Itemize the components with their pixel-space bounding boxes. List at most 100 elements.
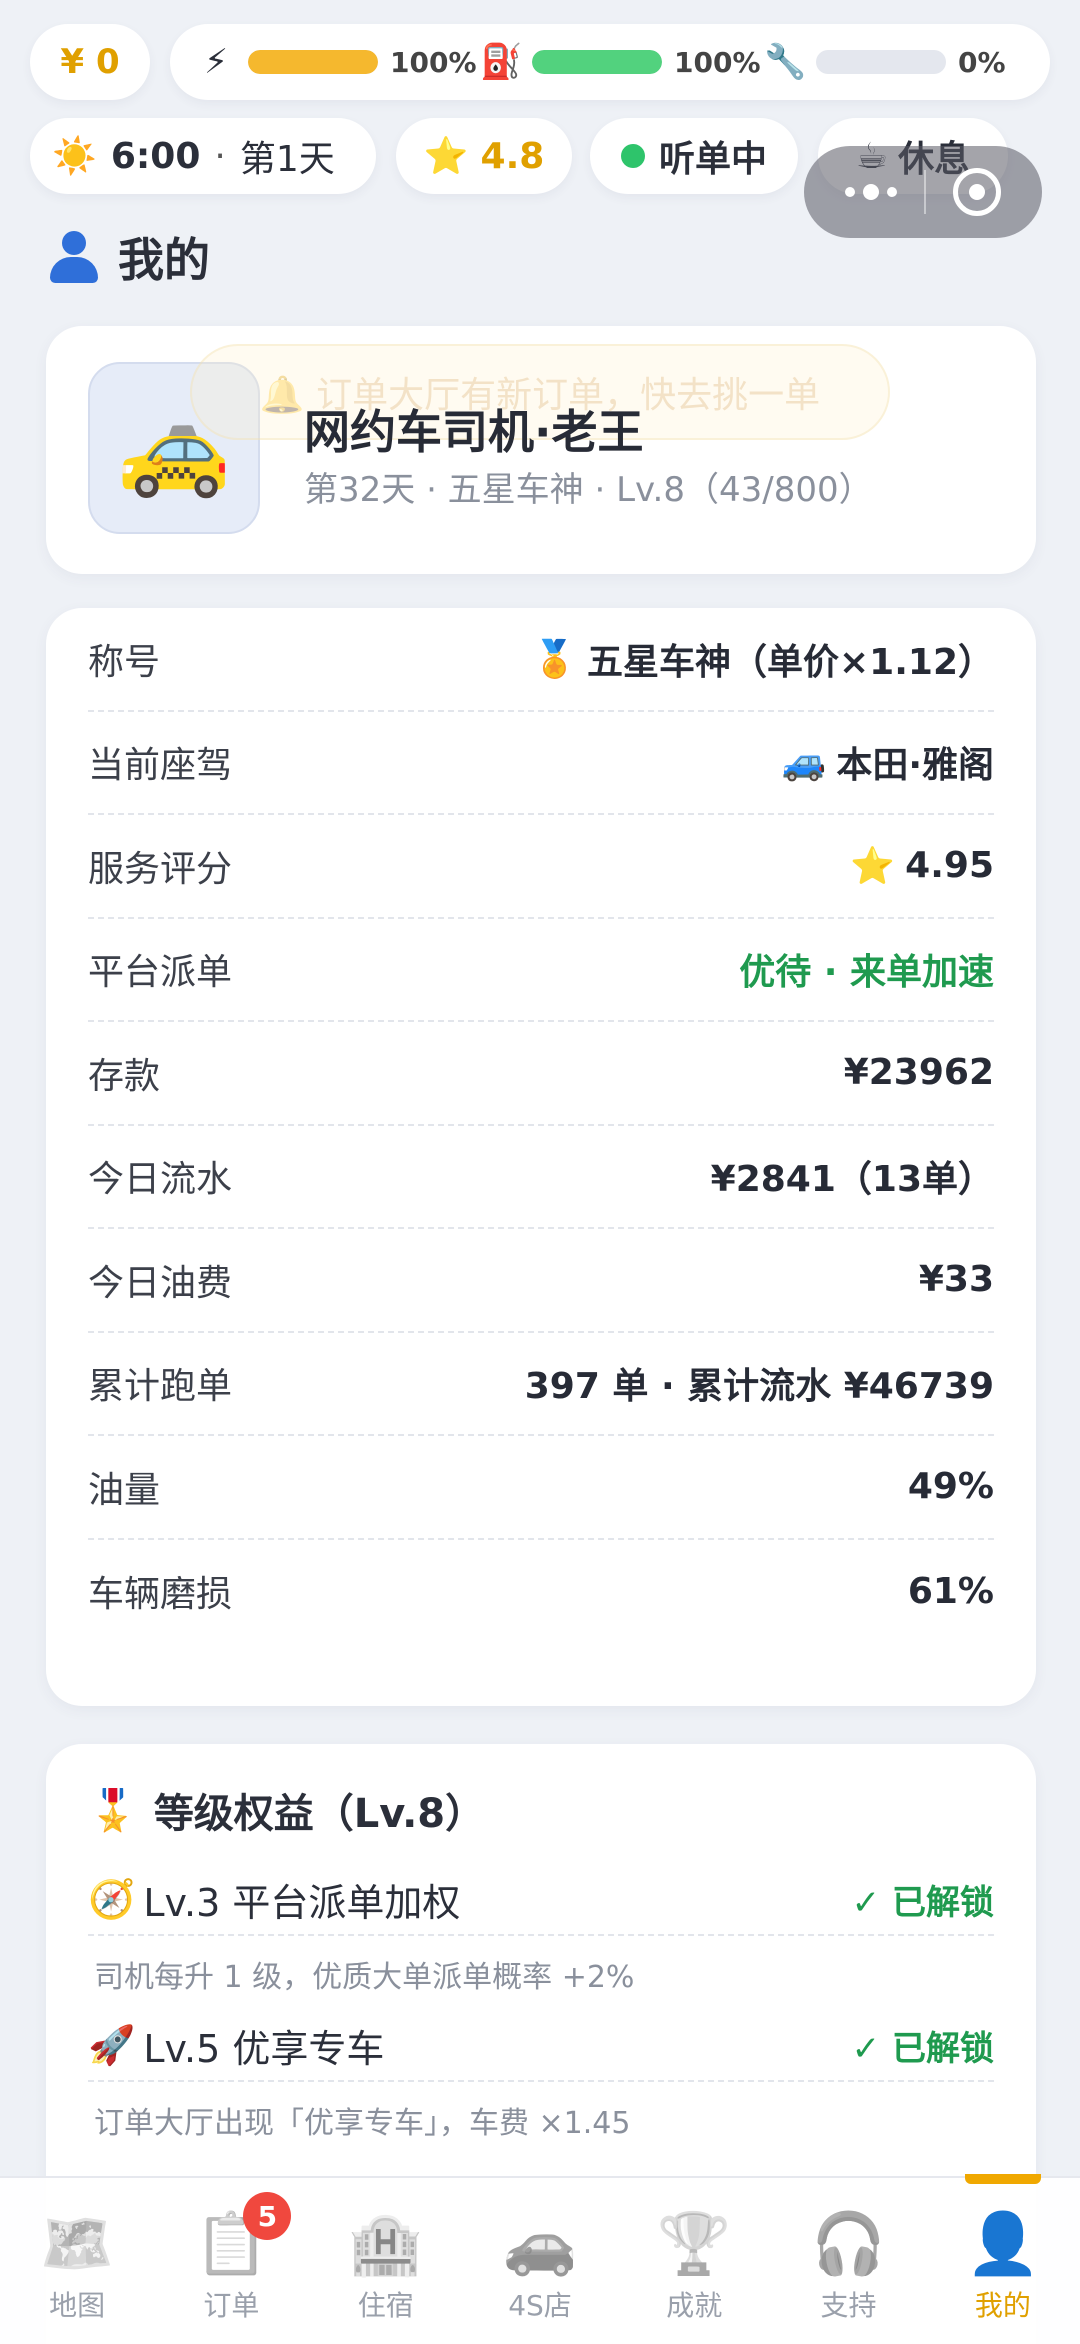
page-title-text: 我的	[118, 233, 210, 287]
perk-item: 🚀 Lv.5 优享专车 ✓ 已解锁订单大厅出现「优享专车」，车费 ×1.45	[88, 2010, 994, 2142]
stat-value-text: 397 单 · 累计流水 ¥46739	[524, 1366, 994, 1408]
stat-label: 存款	[88, 1055, 161, 1097]
stat-row: 累计跑单 397 单 · 累计流水 ¥46739	[88, 1333, 994, 1436]
stat-value: ⭐ 4.95	[850, 845, 994, 887]
tab-label: 地图	[49, 2289, 106, 2322]
medal-icon: 🎖️	[88, 1787, 138, 1834]
stat-value-text: 五星车神（单价×1.12）	[587, 641, 994, 683]
status-meter: 🔧 0%	[764, 42, 1038, 82]
separator-dot: ·	[214, 135, 226, 177]
bottom-tab-bar: 🗺️ 地图 📋 订单 5 🏨 住宿 🚗 4S店 🏆 成就 🎧 支持 👤 我的	[0, 2174, 1080, 2344]
fuel-icon: ⛽	[480, 42, 523, 82]
tab-label: 4S店	[508, 2289, 572, 2322]
me-icon: 👤	[965, 2209, 1041, 2279]
stat-value-text: 49%	[907, 1466, 994, 1508]
time-pill[interactable]: ☀️ 6:00 · 第1天	[30, 118, 376, 194]
perks-title: 🎖️ 等级权益（Lv.8）	[88, 1770, 994, 1850]
tab-label: 支持	[820, 2289, 877, 2322]
game-time: 6:00	[110, 135, 201, 177]
online-dot-icon	[620, 144, 645, 168]
perk-name-text: Lv.3 平台派单加权	[143, 1880, 461, 1925]
stat-label: 称号	[88, 641, 161, 683]
4s-shop-icon: 🚗	[502, 2209, 578, 2279]
stat-value-text: ¥33	[918, 1259, 994, 1301]
stat-label: 今日油费	[88, 1262, 233, 1304]
stat-value: 397 单 · 累计流水 ¥46739	[525, 1357, 994, 1409]
perk-header: 🚀 Lv.5 优享专车 ✓ 已解锁	[88, 2010, 994, 2082]
lodging-icon: 🏨	[348, 2209, 424, 2279]
stat-value: 优待 · 来单加速	[739, 943, 994, 995]
money-pill[interactable]: ¥ 0	[30, 24, 150, 100]
tab-achievements[interactable]: 🏆 成就	[624, 2208, 764, 2324]
stat-value-text: 4.95	[905, 845, 994, 887]
more-menu-icon[interactable]	[845, 184, 898, 200]
meter-value: 100%	[674, 45, 761, 79]
stat-value-text: ¥23962	[843, 1052, 994, 1094]
listening-toggle[interactable]: 听单中	[590, 118, 798, 194]
stat-value: 49%	[908, 1466, 994, 1507]
perk-name: 🧭 Lv.3 平台派单加权	[88, 1872, 460, 1927]
status-meter: ⛽ 100%	[480, 42, 761, 82]
stat-label: 服务评分	[88, 848, 233, 890]
tab-label: 成就	[666, 2289, 723, 2322]
meters-pill[interactable]: ⚡ 100% ⛽ 100% 🔧 0%	[170, 24, 1050, 100]
perk-item: 🧭 Lv.3 平台派单加权 ✓ 已解锁 司机每升 1 级，优质大单派单概率 +2%	[88, 1864, 994, 1996]
tab-me[interactable]: 👤 我的	[933, 2174, 1073, 2324]
driver-subtitle: 第32天 · 五星车神 · Lv.8（43/800）	[304, 470, 873, 510]
active-tab-indicator	[964, 2174, 1041, 2184]
game-day: 第1天	[239, 139, 335, 180]
progress-bar	[816, 50, 946, 74]
tab-orders[interactable]: 📋 订单 5	[161, 2192, 301, 2324]
capsule-divider	[923, 170, 926, 214]
wrench-icon: 🔧	[764, 42, 807, 82]
stat-label: 累计跑单	[88, 1366, 233, 1408]
perk-description: 司机每升 1 级，优质大单派单概率 +2%	[94, 1960, 635, 1995]
tab-lodging[interactable]: 🏨 住宿	[316, 2208, 456, 2324]
stat-value: ¥23962	[844, 1052, 994, 1093]
perk-name: 🚀 Lv.5 优享专车	[88, 2018, 384, 2073]
rating-value: 4.8	[480, 135, 545, 177]
sun-icon: ☀️	[52, 136, 97, 177]
perk-description: 订单大厅出现「优享专车」，车费 ×1.45	[94, 2106, 631, 2141]
tab-4s-shop[interactable]: 🚗 4S店	[470, 2208, 610, 2324]
tab-label: 住宿	[357, 2289, 414, 2322]
stat-row: 存款 ¥23962	[88, 1022, 994, 1126]
perk-name-text: Lv.5 优享专车	[143, 2026, 385, 2071]
star-icon: ⭐	[423, 136, 469, 177]
tab-support[interactable]: 🎧 支持	[779, 2208, 919, 2324]
rating-pill[interactable]: ⭐ 4.8	[396, 118, 572, 194]
energy-icon: ⚡	[204, 42, 228, 82]
stat-label: 当前座驾	[88, 745, 233, 787]
perk-icon: 🚀	[88, 2022, 136, 2067]
notification-badge: 5	[243, 2192, 292, 2240]
stat-icon: 🏅	[532, 638, 577, 680]
stat-icon: 🚙	[781, 742, 827, 784]
stat-value-text: 优待 · 来单加速	[739, 952, 994, 994]
miniprogram-capsule	[804, 146, 1042, 238]
driver-name: 网约车司机·老王	[304, 405, 644, 459]
stat-row: 今日油费 ¥33	[88, 1229, 994, 1333]
perk-status: ✓ 已解锁	[851, 2028, 994, 2069]
stat-row: 车辆磨损 61%	[88, 1540, 994, 1644]
listening-label: 听单中	[658, 139, 767, 180]
support-icon: 🎧	[811, 2209, 886, 2279]
close-target-icon[interactable]	[952, 168, 1001, 216]
yuan-icon: ¥	[60, 42, 84, 82]
profile-card: 🚕 🔔 订单大厅有新订单，快去挑一单 网约车司机·老王 第32天 · 五星车神 …	[46, 326, 1036, 574]
stat-row: 平台派单 优待 · 来单加速	[88, 919, 994, 1022]
stat-value: ¥33	[919, 1259, 994, 1300]
stat-row: 油量 49%	[88, 1436, 994, 1540]
tab-map[interactable]: 🗺️ 地图	[7, 2208, 147, 2324]
stat-value: 🚙 本田·雅阁	[781, 736, 994, 788]
stat-label: 油量	[88, 1469, 161, 1511]
meter-value: 0%	[958, 45, 1006, 79]
stat-row: 称号 🏅 五星车神（单价×1.12）	[88, 608, 994, 712]
stat-value-text: 本田·雅阁	[836, 745, 994, 787]
perk-icon: 🧭	[88, 1876, 136, 1921]
stat-row: 当前座驾 🚙 本田·雅阁	[88, 712, 994, 815]
stats-card: 称号 🏅 五星车神（单价×1.12） 当前座驾 🚙 本田·雅阁服务评分 ⭐ 4.95 平台派单 优…	[46, 608, 1036, 1706]
meter-value: 100%	[390, 45, 477, 79]
stat-row: 服务评分 ⭐ 4.95	[88, 815, 994, 919]
stat-label: 平台派单	[88, 952, 233, 994]
perks-title-text: 等级权益（Lv.8）	[153, 1791, 486, 1837]
